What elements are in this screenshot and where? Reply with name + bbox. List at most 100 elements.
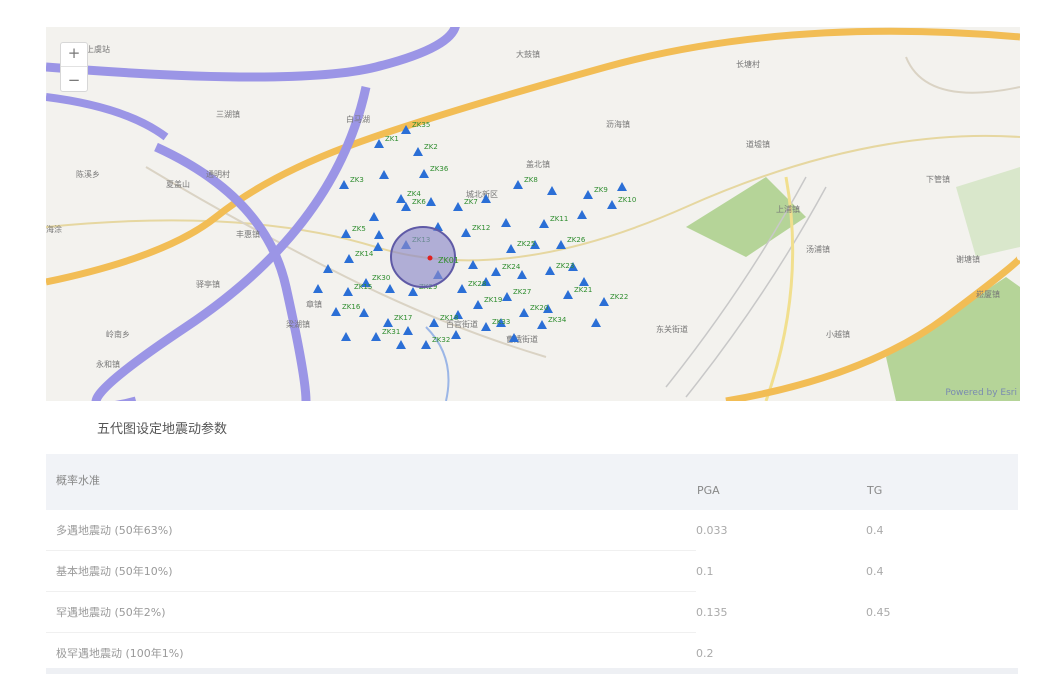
place-label: 沥海镇 xyxy=(606,119,630,129)
borehole-label: ZK31 xyxy=(382,328,400,336)
borehole-marker[interactable] xyxy=(491,267,501,276)
table-row: 多遇地震动 (50年63%) 0.033 0.4 xyxy=(46,510,1018,551)
place-label: 崧厦镇 xyxy=(976,289,1000,299)
borehole-label: ZK23 xyxy=(556,262,574,270)
row-probability: 基本地震动 (50年10%) xyxy=(46,550,696,592)
place-label: 下管镇 xyxy=(926,174,950,184)
place-label: 三湖镇 xyxy=(216,109,240,119)
borehole-marker[interactable] xyxy=(501,218,511,227)
borehole-marker[interactable] xyxy=(513,180,523,189)
header-tg: TG xyxy=(867,484,883,497)
borehole-marker[interactable] xyxy=(371,332,381,341)
row-pga: 0.135 xyxy=(696,605,728,619)
borehole-marker[interactable] xyxy=(473,300,483,309)
map-attribution[interactable]: Powered by Esri xyxy=(945,388,1017,398)
borehole-marker[interactable] xyxy=(591,318,601,327)
borehole-marker[interactable] xyxy=(579,277,589,286)
borehole-marker[interactable] xyxy=(426,197,436,206)
borehole-marker[interactable] xyxy=(383,318,393,327)
header-probability: 概率水准 xyxy=(56,474,100,487)
place-label: 汤浦镇 xyxy=(806,244,830,254)
borehole-label: ZK5 xyxy=(352,225,366,233)
borehole-label: ZK33 xyxy=(492,318,510,326)
borehole-marker[interactable] xyxy=(461,228,471,237)
borehole-marker[interactable] xyxy=(359,308,369,317)
borehole-marker[interactable] xyxy=(545,266,555,275)
borehole-marker[interactable] xyxy=(385,284,395,293)
borehole-marker[interactable] xyxy=(413,147,423,156)
borehole-marker[interactable] xyxy=(403,326,413,335)
borehole-marker[interactable] xyxy=(517,270,527,279)
borehole-marker[interactable] xyxy=(396,340,406,349)
row-pga: 0.1 xyxy=(696,564,714,578)
borehole-marker[interactable] xyxy=(331,307,341,316)
borehole-marker[interactable] xyxy=(563,290,573,299)
borehole-marker[interactable] xyxy=(537,320,547,329)
borehole-label: ZK16 xyxy=(342,303,361,311)
borehole-marker[interactable] xyxy=(468,260,478,269)
borehole-marker[interactable] xyxy=(506,244,516,253)
borehole-marker[interactable] xyxy=(313,284,323,293)
zoom-out-button[interactable]: − xyxy=(61,73,87,88)
borehole-marker[interactable] xyxy=(599,297,609,306)
borehole-marker[interactable] xyxy=(451,330,461,339)
map-canvas[interactable]: 上虞站三湖镇白马湖大鼓镇长塘村通明村城北新区沥海镇盖北镇海涂丰惠镇章镇岭南乡永和… xyxy=(46,27,1020,401)
borehole-label: ZK6 xyxy=(412,198,426,206)
borehole-marker[interactable] xyxy=(539,219,549,228)
borehole-label: ZK19 xyxy=(484,296,502,304)
borehole-marker[interactable] xyxy=(502,292,512,301)
place-label: 白马湖 xyxy=(346,114,370,124)
section-title: 五代图设定地震动参数 xyxy=(97,422,228,437)
borehole-marker[interactable] xyxy=(374,139,384,148)
borehole-marker[interactable] xyxy=(547,186,557,195)
borehole-label: ZK25 xyxy=(517,240,535,248)
borehole-marker[interactable] xyxy=(341,332,351,341)
row-pga: 0.033 xyxy=(696,523,728,537)
borehole-marker[interactable] xyxy=(453,202,463,211)
borehole-marker[interactable] xyxy=(379,170,389,179)
borehole-marker[interactable] xyxy=(481,322,491,331)
borehole-marker[interactable] xyxy=(519,308,529,317)
place-label: 丰惠镇 xyxy=(236,229,260,239)
place-label: 岭南乡 xyxy=(106,329,130,339)
borehole-label: ZK7 xyxy=(464,198,478,206)
borehole-marker[interactable] xyxy=(577,210,587,219)
borehole-marker[interactable] xyxy=(341,229,351,238)
borehole-label: ZK34 xyxy=(548,316,567,324)
borehole-marker[interactable] xyxy=(419,169,429,178)
borehole-marker[interactable] xyxy=(421,340,431,349)
borehole-marker[interactable] xyxy=(607,200,617,209)
borehole-marker[interactable] xyxy=(344,254,354,263)
place-label: 梁湖镇 xyxy=(286,319,310,329)
borehole-marker[interactable] xyxy=(401,202,411,211)
borehole-marker[interactable] xyxy=(556,240,566,249)
zoom-divider xyxy=(61,66,87,68)
map-view[interactable]: 上虞站 三湖镇 白马湖 大鼓镇 长塘村 通明村 城北新区 沥海镇 盖北镇 海涂 丰惠镇 章镇 岭南乡 永和… xyxy=(46,27,1020,401)
borehole-marker[interactable] xyxy=(457,284,467,293)
borehole-label: ZK27 xyxy=(513,288,531,296)
borehole-marker[interactable] xyxy=(583,190,593,199)
borehole-marker[interactable] xyxy=(617,182,627,191)
borehole-label: ZK12 xyxy=(472,224,490,232)
borehole-marker[interactable] xyxy=(369,212,379,221)
zoom-in-button[interactable]: + xyxy=(61,45,87,61)
borehole-label: ZK22 xyxy=(610,293,628,301)
borehole-marker[interactable] xyxy=(374,230,384,239)
row-tg: 0.45 xyxy=(866,605,891,619)
borehole-marker[interactable] xyxy=(396,194,406,203)
ground-motion-table: 概率水准 PGA TG 多遇地震动 (50年63%) 0.033 0.4 基本地… xyxy=(46,454,1018,674)
borehole-marker[interactable] xyxy=(408,287,418,296)
row-probability: 多遇地震动 (50年63%) xyxy=(46,510,696,551)
borehole-label: ZK24 xyxy=(502,263,521,271)
circle-label: ZK01 xyxy=(438,256,459,265)
borehole-marker[interactable] xyxy=(343,287,353,296)
horizontal-scrollbar[interactable] xyxy=(46,668,1018,674)
borehole-label: ZK21 xyxy=(574,286,592,294)
place-label: 上虞站 xyxy=(86,44,110,54)
place-label: 大鼓镇 xyxy=(516,49,540,59)
borehole-marker[interactable] xyxy=(339,180,349,189)
place-label: 驿亭镇 xyxy=(196,279,220,289)
epicenter-marker xyxy=(427,255,433,261)
borehole-label: ZK14 xyxy=(355,250,374,258)
place-label: 道墟镇 xyxy=(746,139,770,149)
